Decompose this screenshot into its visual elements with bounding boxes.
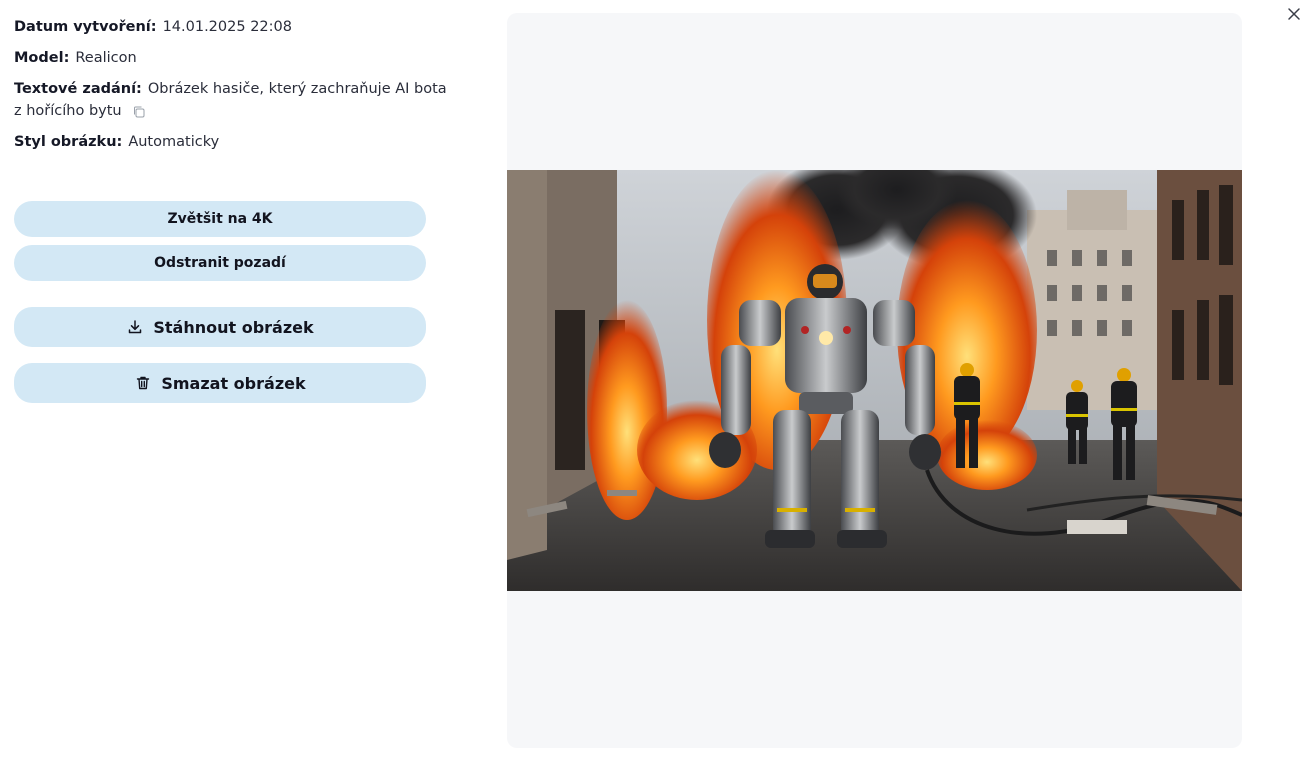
trash-icon — [134, 374, 152, 392]
generated-image — [507, 170, 1242, 591]
model-row: Model: Realicon — [14, 47, 454, 69]
image-preview-panel — [507, 13, 1242, 748]
delete-image-label: Smazat obrázek — [161, 373, 306, 393]
upscale-4k-button[interactable]: Zvětšit na 4K — [14, 201, 426, 237]
copy-icon[interactable] — [132, 104, 146, 118]
close-icon[interactable] — [1286, 6, 1302, 22]
upscale-4k-label: Zvětšit na 4K — [167, 211, 273, 227]
style-value: Automaticky — [128, 134, 220, 150]
download-image-label: Stáhnout obrázek — [153, 317, 314, 337]
model-label: Model: — [14, 50, 70, 66]
prompt-label: Textové zadání: — [14, 81, 142, 97]
delete-image-button[interactable]: Smazat obrázek — [14, 363, 426, 403]
image-details: Datum vytvoření: 14.01.2025 22:08 Model: R… — [14, 16, 454, 162]
style-label: Styl obrázku: — [14, 134, 123, 150]
remove-background-label: Odstranit pozadí — [154, 255, 286, 271]
created-row: Datum vytvoření: 14.01.2025 22:08 — [14, 16, 454, 38]
download-icon — [126, 318, 144, 336]
remove-background-button[interactable]: Odstranit pozadí — [14, 245, 426, 281]
created-label: Datum vytvoření: — [14, 19, 157, 35]
created-value: 14.01.2025 22:08 — [162, 19, 292, 35]
model-value: Realicon — [75, 50, 137, 66]
style-row: Styl obrázku: Automaticky — [14, 131, 454, 153]
download-image-button[interactable]: Stáhnout obrázek — [14, 307, 426, 347]
prompt-row: Textové zadání: Obrázek hasiče, který zac… — [14, 78, 454, 122]
